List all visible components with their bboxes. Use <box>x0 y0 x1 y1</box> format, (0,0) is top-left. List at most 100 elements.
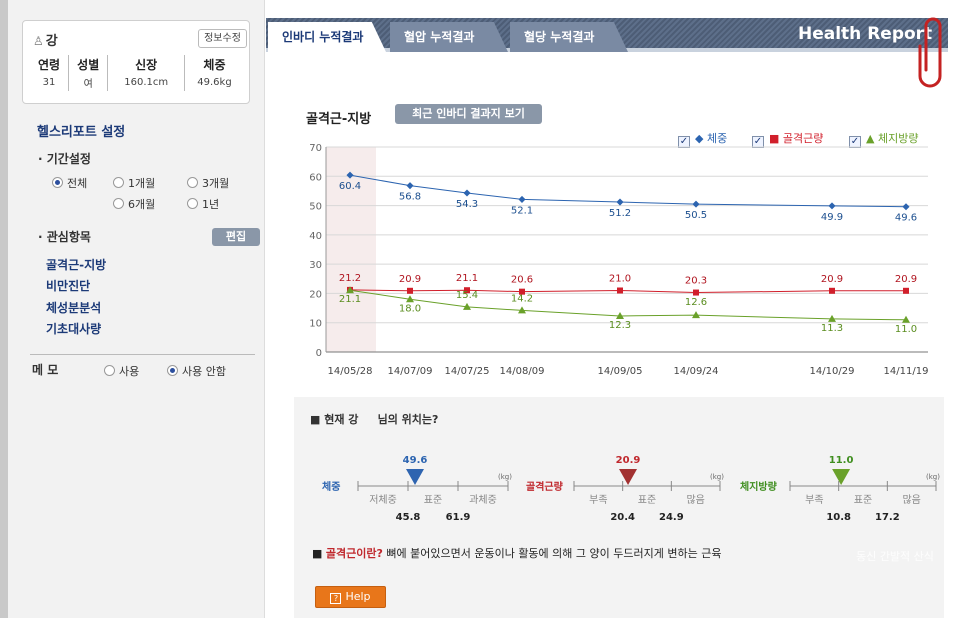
x-tick-label: 14/07/09 <box>388 366 433 377</box>
interest-item-bmr[interactable]: 기초대사량 <box>46 320 101 337</box>
chart-title: 골격근-지방 <box>306 112 372 127</box>
data-point <box>829 287 835 294</box>
interest-item-obesity[interactable]: 비만진단 <box>46 277 90 294</box>
data-label: 52.1 <box>511 205 533 216</box>
header-gender: 성별 <box>68 55 108 73</box>
data-label: 21.1 <box>339 294 361 305</box>
y-tick-label: 40 <box>309 231 322 242</box>
radio-icon <box>113 198 124 209</box>
y-tick-label: 0 <box>316 348 322 359</box>
tab-inbody[interactable]: 인바디 누적결과 <box>268 22 386 52</box>
interest-edit-button[interactable]: 편집 <box>212 228 260 246</box>
data-label: 20.3 <box>685 276 707 287</box>
data-point <box>828 202 836 210</box>
period-label: · 기간설정 <box>38 152 91 166</box>
tab-blood-pressure[interactable]: 혈압 누적결과 <box>390 22 508 52</box>
interest-item-muscle-fat[interactable]: 골격근-지방 <box>46 256 106 273</box>
x-tick-label: 14/09/05 <box>598 366 643 377</box>
window-frame-right <box>948 0 966 618</box>
y-tick-label: 70 <box>309 143 322 154</box>
data-label: 49.6 <box>895 213 917 224</box>
radio-icon <box>104 365 115 376</box>
brand-title: Health Report <box>798 24 933 44</box>
header-height: 신장 <box>107 55 185 73</box>
gauge-unit: (kg) <box>498 473 512 481</box>
help-button[interactable]: ? Help <box>315 586 386 608</box>
value-height: 160.1cm <box>107 73 185 91</box>
data-label: 15.4 <box>456 290 478 301</box>
data-point <box>518 195 526 203</box>
data-point <box>902 203 910 211</box>
gauge-name: 골격근량 <box>526 480 564 493</box>
edit-info-button[interactable]: 정보수정 <box>198 29 247 48</box>
data-point <box>406 182 414 190</box>
x-tick-label: 14/08/09 <box>500 366 545 377</box>
first-point-highlight <box>326 147 376 352</box>
data-label: 54.3 <box>456 199 478 210</box>
gauge-zone-label: 부족 <box>805 494 823 506</box>
period-option-1m[interactable]: 1개월 <box>113 175 155 191</box>
value-age: 31 <box>42 76 56 88</box>
line-chart: 0 10 20 30 40 50 60 70 14/05/28 14/07/09 14/07/25 1… <box>309 143 929 377</box>
gauge-unit: (kg) <box>710 473 724 481</box>
gauge-zone-label: 많음 <box>686 494 704 506</box>
ghost-button[interactable]: 동신 간발적 산식 <box>848 546 942 568</box>
data-label: 14.2 <box>511 293 533 304</box>
series-line <box>349 289 907 321</box>
memo-option-use[interactable]: 사용 <box>104 363 139 379</box>
gauge-zone-label: 저체중 <box>369 494 397 506</box>
data-point <box>693 289 699 296</box>
data-point <box>617 287 623 294</box>
y-tick-label: 30 <box>309 260 322 271</box>
gauge-value: 20.9 <box>616 455 641 466</box>
recent-inbody-button[interactable]: 최근 인바디 결과지 보기 <box>395 104 542 124</box>
data-label: 21.1 <box>456 273 478 284</box>
gauge-zone-label: 표준 <box>638 494 656 506</box>
memo-label: 메 모 <box>32 363 59 377</box>
gauge-unit: (kg) <box>926 473 940 481</box>
data-point <box>692 311 700 319</box>
period-option-6m[interactable]: 6개월 <box>113 196 155 212</box>
data-label: 20.6 <box>511 275 533 286</box>
gauge-marker-icon <box>832 469 851 485</box>
gauge-bound-label: 17.2 <box>875 512 900 523</box>
period-option-3m[interactable]: 3개월 <box>187 175 229 191</box>
data-label: 49.9 <box>821 212 843 223</box>
tab-blood-sugar[interactable]: 혈당 누적결과 <box>510 22 628 52</box>
gauge-marker-icon <box>619 469 638 485</box>
muscle-definition: ■ 골격근이란? 뼈에 붙어있으면서 운동이나 활동에 의해 그 양이 두드러지… <box>312 547 722 560</box>
value-gender: 여 <box>68 73 108 91</box>
gauge-value: 11.0 <box>829 455 854 466</box>
gauge-zone-label: 부족 <box>589 494 607 506</box>
y-tick-label: 20 <box>309 289 322 300</box>
question-icon: ? <box>330 593 342 604</box>
y-tick-label: 60 <box>309 172 322 183</box>
radio-icon <box>187 177 198 188</box>
gauge-bound-label: 20.4 <box>610 512 635 523</box>
interest-label: · 관심항목 <box>38 230 91 244</box>
x-tick-label: 14/09/24 <box>674 366 719 377</box>
memo-option-no-use[interactable]: 사용 안함 <box>167 363 226 379</box>
period-option-1y[interactable]: 1년 <box>187 196 219 212</box>
data-label: 50.5 <box>685 210 707 221</box>
profile-table: 연령 성별 신장 체중 31 여 160.1cm 49.6kg <box>30 55 244 91</box>
position-gauges: 체중 (kg) 저체중 표준 과체중 45.8 61.9 49.6 골격근량 (kg) 부족 표준 많음… <box>322 455 940 523</box>
radio-icon <box>167 365 178 376</box>
period-option-all[interactable]: 전체 <box>52 175 87 191</box>
radio-icon <box>113 177 124 188</box>
interest-item-body-composition[interactable]: 체성분분석 <box>46 299 101 316</box>
data-label: 20.9 <box>821 274 843 285</box>
x-tick-label: 14/05/28 <box>328 366 373 377</box>
divider <box>30 354 255 355</box>
data-point <box>903 287 909 294</box>
series-line <box>349 174 907 208</box>
window-frame-left <box>0 0 8 618</box>
gauge-value: 49.6 <box>403 455 428 466</box>
gauge-marker-icon <box>406 469 424 485</box>
gauge-zone-label: 많음 <box>902 494 920 506</box>
x-tick-label: 14/11/19 <box>884 366 929 377</box>
x-tick-label: 14/10/29 <box>810 366 855 377</box>
gauge-zone-label: 과체중 <box>469 494 497 506</box>
profile-name: ♙ 강 <box>33 34 58 49</box>
series-line <box>349 289 906 294</box>
